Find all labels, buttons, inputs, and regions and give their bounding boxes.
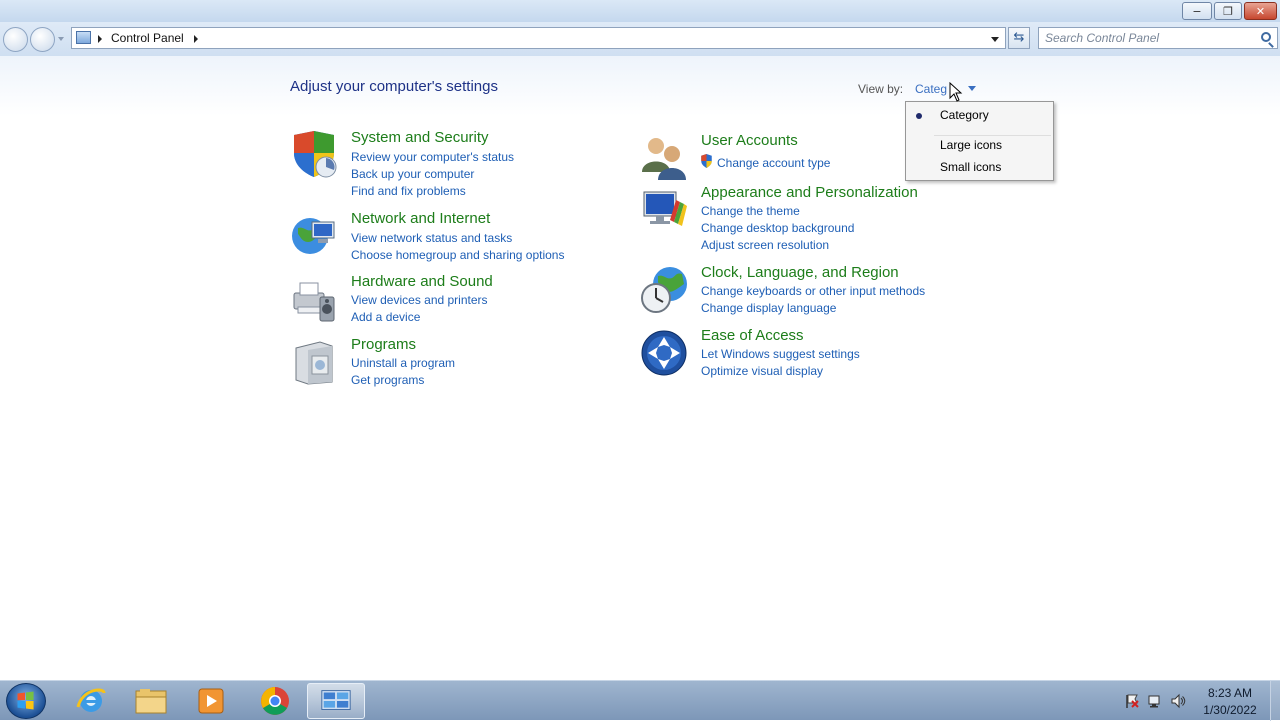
view-by-menu: Category Large icons Small icons — [905, 101, 1054, 181]
search-input[interactable] — [1039, 28, 1254, 48]
menu-item-small-icons[interactable]: Small icons — [907, 156, 1052, 178]
programs-box-icon — [295, 341, 333, 385]
link-windows-suggest[interactable]: Let Windows suggest settings — [701, 347, 860, 361]
restore-icon: ❐ — [1223, 4, 1233, 18]
mouse-cursor-icon — [949, 82, 963, 102]
menu-item-large-icons[interactable]: Large icons — [907, 134, 1052, 156]
minimize-button[interactable]: − — [1182, 2, 1212, 20]
search-icon[interactable] — [1261, 32, 1271, 42]
breadcrumb-control-panel[interactable]: Control Panel — [111, 31, 184, 45]
minimize-icon: − — [1192, 4, 1202, 18]
link-screen-resolution[interactable]: Adjust screen resolution — [701, 238, 829, 252]
navigation-bar: Control Panel ⇆ — [0, 22, 1280, 56]
back-button[interactable] — [3, 27, 28, 52]
breadcrumb-chevron-icon[interactable] — [194, 35, 198, 43]
taskbar-chrome[interactable] — [246, 683, 304, 719]
media-player-icon — [198, 688, 224, 714]
link-get-programs[interactable]: Get programs — [351, 373, 424, 387]
clock-date[interactable]: 1/30/2022 — [1196, 703, 1264, 717]
internet-explorer-icon — [76, 688, 106, 712]
link-desktop-background[interactable]: Change desktop background — [701, 221, 854, 235]
category-title[interactable]: Programs — [351, 336, 416, 353]
windows-logo-icon — [17, 691, 34, 710]
maximize-button[interactable]: ❐ — [1214, 2, 1242, 20]
taskbar: 8:23 AM 1/30/2022 — [0, 680, 1280, 721]
link-display-language[interactable]: Change display language — [701, 301, 836, 315]
shield-computer-icon — [294, 131, 337, 178]
menu-item-label: Large icons — [940, 138, 1003, 152]
link-homegroup-sharing[interactable]: Choose homegroup and sharing options — [351, 248, 564, 262]
network-status-icon[interactable] — [1147, 693, 1163, 709]
link-backup[interactable]: Back up your computer — [351, 167, 474, 181]
accessibility-icon — [641, 330, 687, 376]
refresh-icon: ⇆ — [1013, 30, 1025, 45]
refresh-button[interactable]: ⇆ — [1008, 27, 1030, 49]
chrome-icon — [261, 687, 289, 715]
show-desktop-button[interactable] — [1270, 681, 1280, 721]
forward-button[interactable] — [30, 27, 55, 52]
page-title: Adjust your computer's settings — [290, 78, 498, 95]
address-bar[interactable]: Control Panel — [71, 27, 1006, 49]
network-globe-icon — [292, 218, 335, 254]
control-panel-content: Adjust your computer's settings View by:… — [0, 56, 1280, 680]
menu-item-category[interactable]: Category — [907, 104, 1052, 126]
clock-time[interactable]: 8:23 AM — [1200, 686, 1260, 700]
link-change-account-type[interactable]: Change account type — [717, 156, 830, 170]
title-bar: − ❐ ✕ — [0, 0, 1280, 22]
category-title[interactable]: Network and Internet — [351, 210, 490, 227]
search-box[interactable] — [1038, 27, 1278, 49]
clock-globe-icon — [641, 267, 687, 313]
view-by-selector[interactable]: Categ — [915, 82, 947, 96]
view-by-label: View by: — [858, 82, 904, 96]
close-button[interactable]: ✕ — [1244, 2, 1277, 20]
breadcrumb-chevron-icon[interactable] — [98, 35, 102, 43]
printer-speaker-icon — [293, 282, 335, 322]
menu-item-label: Small icons — [940, 160, 1002, 174]
taskbar-internet-explorer[interactable] — [62, 683, 120, 719]
recent-pages-dropdown-icon[interactable] — [58, 37, 64, 41]
category-title[interactable]: Appearance and Personalization — [701, 184, 918, 201]
category-title[interactable]: System and Security — [351, 129, 489, 146]
view-by-dropdown-icon[interactable] — [968, 86, 976, 91]
address-history-dropdown-icon[interactable] — [991, 37, 999, 42]
category-title[interactable]: Ease of Access — [701, 327, 804, 344]
admin-shield-icon — [701, 154, 712, 168]
close-icon: ✕ — [1255, 4, 1266, 18]
link-keyboards-input[interactable]: Change keyboards or other input methods — [701, 284, 925, 298]
taskbar-control-panel[interactable] — [307, 683, 365, 719]
category-title[interactable]: User Accounts — [701, 132, 798, 149]
start-button[interactable] — [6, 683, 46, 719]
users-icon — [642, 138, 686, 180]
selected-bullet-icon — [916, 113, 922, 119]
category-title[interactable]: Hardware and Sound — [351, 273, 493, 290]
menu-item-label: Category — [940, 108, 989, 122]
link-change-theme[interactable]: Change the theme — [701, 204, 800, 218]
control-panel-small-icon — [76, 31, 91, 44]
link-network-status[interactable]: View network status and tasks — [351, 231, 512, 245]
link-find-fix-problems[interactable]: Find and fix problems — [351, 184, 466, 198]
link-optimize-display[interactable]: Optimize visual display — [701, 364, 823, 378]
link-add-device[interactable]: Add a device — [351, 310, 420, 324]
action-center-flag-icon[interactable] — [1124, 693, 1140, 709]
link-uninstall-program[interactable]: Uninstall a program — [351, 356, 455, 370]
control-panel-icon — [321, 690, 351, 710]
taskbar-media-player[interactable] — [182, 683, 240, 719]
monitor-paint-icon — [643, 191, 687, 226]
file-explorer-icon — [135, 689, 167, 714]
category-title[interactable]: Clock, Language, and Region — [701, 264, 899, 281]
link-review-status[interactable]: Review your computer's status — [351, 150, 514, 164]
link-devices-printers[interactable]: View devices and printers — [351, 293, 488, 307]
taskbar-file-explorer[interactable] — [122, 683, 180, 719]
volume-icon[interactable] — [1170, 693, 1186, 709]
